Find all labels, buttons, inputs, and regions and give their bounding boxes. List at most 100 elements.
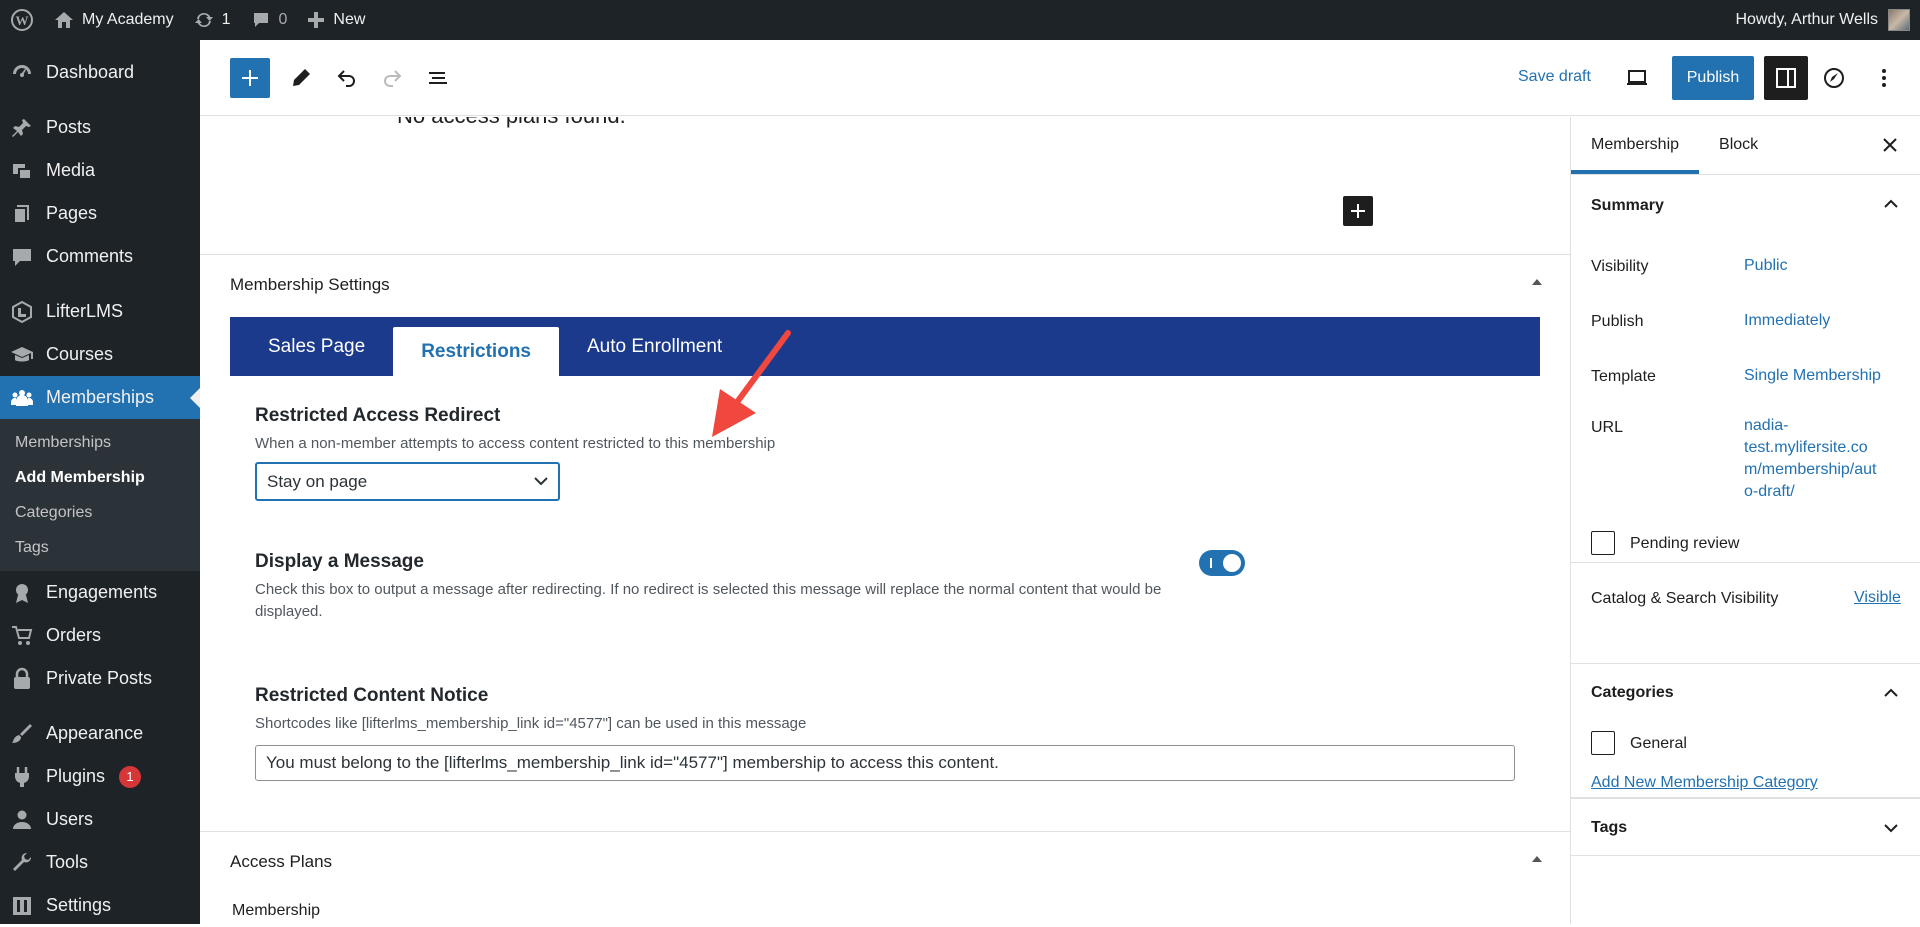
chevron-up-icon [1884, 688, 1898, 697]
sidebar-item-orders[interactable]: Orders [0, 614, 200, 657]
access-plans-header[interactable]: Access Plans [200, 831, 1570, 891]
url-line: test.mylifersite.co [1744, 439, 1868, 456]
sidebar-item-comments[interactable]: Comments [0, 235, 200, 278]
display-message-toggle[interactable] [1199, 550, 1245, 576]
display-message-description: Check this box to output a message after… [255, 581, 1162, 620]
collapse-arrow-icon[interactable] [1532, 856, 1542, 862]
tab-membership[interactable]: Membership [1571, 116, 1699, 174]
options-button[interactable] [1864, 58, 1904, 98]
sidebar-item-label: Media [46, 160, 96, 180]
close-icon[interactable] [1882, 137, 1898, 158]
sidebar-item-users[interactable]: Users [0, 798, 200, 841]
submenu-categories[interactable]: Categories [0, 495, 200, 530]
breadcrumb[interactable]: Membership [232, 902, 320, 920]
block-inserter-button[interactable] [230, 58, 270, 98]
template-label: Template [1591, 368, 1656, 385]
add-block-button[interactable] [1343, 196, 1373, 226]
settings-icon [13, 896, 31, 915]
settings-sidebar-toggle[interactable] [1764, 56, 1808, 100]
sidebar-item-settings[interactable]: Settings [0, 884, 200, 927]
redo-icon [384, 70, 402, 87]
sidebar-item-lifterlms[interactable]: LifterLMS [0, 290, 200, 333]
collapse-arrow-icon[interactable] [1532, 279, 1542, 285]
admin-bar: W My Academy 1 0 New Howdy, Arthur Wells [0, 0, 1920, 40]
sidebar-item-label: Engagements [46, 582, 158, 602]
graduation-cap-icon [11, 346, 33, 361]
summary-title: Summary [1591, 197, 1664, 214]
updates-link[interactable]: 1 [184, 0, 241, 40]
sidebar-item-label: Posts [46, 117, 92, 137]
comment-icon [13, 248, 31, 266]
greeting: Howdy, Arthur Wells [1735, 11, 1878, 28]
account-menu[interactable]: Howdy, Arthur Wells [1735, 9, 1920, 31]
updates-count: 1 [221, 11, 231, 28]
cart-icon [12, 625, 33, 645]
tools-button[interactable] [281, 58, 321, 98]
tags-panel: Tags [1571, 798, 1920, 856]
tab-sales-page[interactable]: Sales Page [240, 317, 393, 376]
visibility-value[interactable]: Public [1744, 255, 1788, 277]
notice-field: Restricted Content Notice Shortcodes lik… [255, 685, 806, 735]
sidebar-item-label: Plugins [46, 766, 106, 786]
sidebar-item-dashboard[interactable]: Dashboard [0, 51, 200, 94]
comments-count: 0 [278, 11, 288, 28]
sidebar-item-label: Appearance [46, 723, 144, 743]
tab-block[interactable]: Block [1699, 116, 1778, 174]
comments-link[interactable]: 0 [241, 0, 298, 40]
plugin-button[interactable] [1814, 58, 1854, 98]
submenu-add-membership[interactable]: Add Membership [0, 460, 200, 495]
sidebar-item-appearance[interactable]: Appearance [0, 712, 200, 755]
updates-icon [194, 12, 213, 28]
sidebar-item-memberships[interactable]: Memberships [0, 376, 200, 419]
sidebar-item-pages[interactable]: Pages [0, 192, 200, 235]
wrench-icon [13, 852, 32, 871]
home-icon [55, 12, 73, 28]
categories-header[interactable]: Categories [1571, 664, 1920, 722]
submenu-tags[interactable]: Tags [0, 530, 200, 565]
sidebar-item-tools[interactable]: Tools [0, 841, 200, 884]
url-value[interactable]: nadia- test.mylifersite.co m/membership/… [1744, 415, 1877, 503]
avatar [1888, 9, 1910, 31]
media-icon [13, 163, 32, 180]
site-name-link[interactable]: My Academy [44, 0, 184, 40]
pending-review-checkbox[interactable] [1591, 531, 1615, 555]
save-draft-button[interactable]: Save draft [1518, 68, 1591, 86]
sidebar-item-label: Settings [46, 895, 112, 915]
editor-toolbar: Save draft Publish [200, 40, 1920, 116]
publish-button[interactable]: Publish [1672, 56, 1754, 100]
sidebar-item-media[interactable]: Media [0, 149, 200, 192]
notice-input[interactable]: You must belong to the [lifterlms_member… [255, 745, 1515, 781]
sidebar-item-label: Orders [46, 625, 102, 645]
wordpress-logo-icon[interactable]: W [0, 0, 44, 40]
sidebar-item-courses[interactable]: Courses [0, 333, 200, 376]
sidebar-item-plugins[interactable]: Plugins 1 [0, 755, 200, 798]
awards-icon [16, 583, 28, 603]
undo-button[interactable] [327, 58, 367, 98]
sidebar-item-label: Memberships [46, 387, 155, 407]
pencil-icon [293, 69, 310, 86]
sidebar-item-engagements[interactable]: Engagements [0, 571, 200, 614]
sidebar-item-posts[interactable]: Posts [0, 106, 200, 149]
redirect-select-value: Stay on page [267, 471, 368, 491]
preview-button[interactable] [1617, 58, 1657, 98]
redo-button[interactable] [372, 58, 412, 98]
new-label: New [333, 11, 366, 28]
sidebar-item-private-posts[interactable]: Private Posts [0, 657, 200, 700]
plus-icon [1351, 204, 1365, 218]
publish-value[interactable]: Immediately [1744, 310, 1830, 332]
submenu-memberships[interactable]: Memberships [0, 425, 200, 460]
tab-restrictions[interactable]: Restrictions [393, 327, 559, 376]
redirect-select[interactable]: Stay on page [255, 462, 560, 501]
tags-header[interactable]: Tags [1571, 799, 1920, 857]
no-plans-message: No access plans found. [397, 117, 626, 129]
document-overview-button[interactable] [418, 58, 458, 98]
catalog-value-link[interactable]: Visible [1854, 587, 1901, 609]
new-content-link[interactable]: New [297, 0, 375, 40]
summary-header[interactable]: Summary [1571, 175, 1920, 237]
membership-settings-header[interactable]: Membership Settings [200, 254, 1570, 314]
template-value[interactable]: Single Membership [1744, 365, 1881, 387]
add-category-link[interactable]: Add New Membership Category [1591, 774, 1818, 792]
category-general-checkbox[interactable] [1591, 731, 1615, 755]
brush-icon [12, 723, 32, 743]
sidebar-item-label: Private Posts [46, 668, 153, 688]
